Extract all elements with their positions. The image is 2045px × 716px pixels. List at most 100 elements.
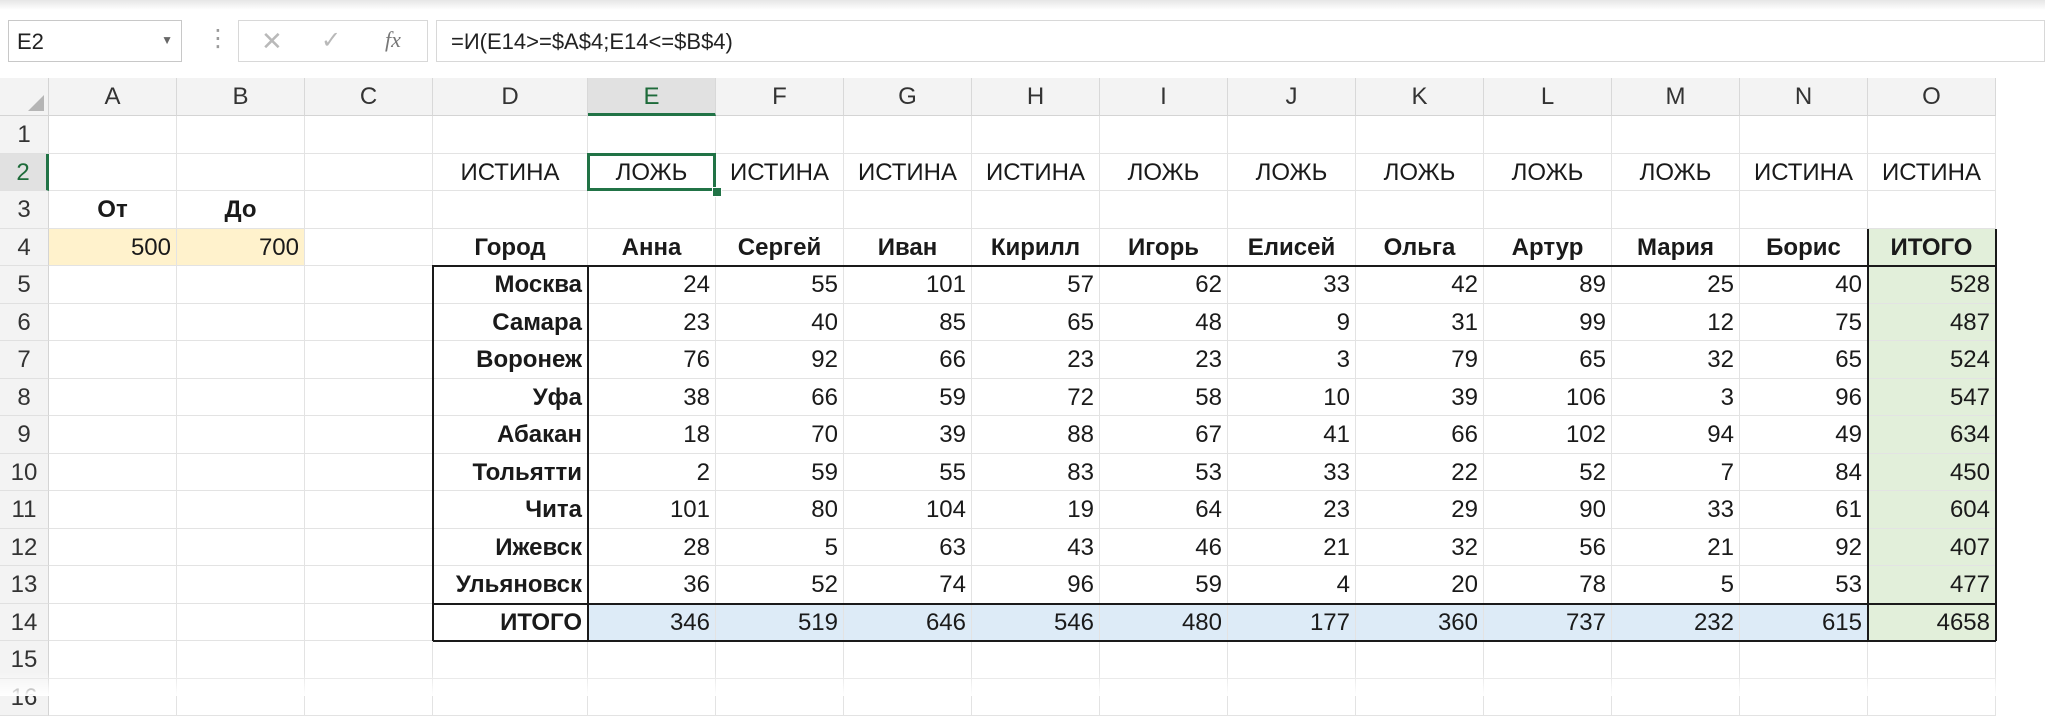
- cell[interactable]: [177, 416, 305, 454]
- formula-result-cell[interactable]: ЛОЖЬ: [1228, 154, 1356, 192]
- table-header-cell[interactable]: Сергей: [716, 229, 844, 267]
- cell[interactable]: [177, 341, 305, 379]
- cell[interactable]: [305, 566, 433, 604]
- column-header-n[interactable]: N: [1740, 78, 1868, 116]
- value-cell[interactable]: 101: [844, 266, 972, 304]
- value-cell[interactable]: 94: [1612, 416, 1740, 454]
- formula-result-cell[interactable]: ИСТИНА: [1868, 154, 1996, 192]
- value-cell[interactable]: 3: [1612, 379, 1740, 417]
- value-cell[interactable]: 36: [588, 566, 716, 604]
- value-cell[interactable]: 21: [1228, 529, 1356, 567]
- value-cell[interactable]: 58: [1100, 379, 1228, 417]
- value-cell[interactable]: 89: [1484, 266, 1612, 304]
- value-cell[interactable]: 33: [1612, 491, 1740, 529]
- value-cell[interactable]: 96: [1740, 379, 1868, 417]
- total-cell[interactable]: 346: [588, 604, 716, 642]
- formula-result-cell[interactable]: ЛОЖЬ: [1612, 154, 1740, 192]
- value-cell[interactable]: 57: [972, 266, 1100, 304]
- value-cell[interactable]: 23: [588, 304, 716, 342]
- table-header-cell[interactable]: Кирилл: [972, 229, 1100, 267]
- column-header-j[interactable]: J: [1228, 78, 1356, 116]
- column-header-b[interactable]: B: [177, 78, 305, 116]
- formula-result-cell[interactable]: ЛОЖЬ: [1100, 154, 1228, 192]
- total-cell[interactable]: 646: [844, 604, 972, 642]
- value-cell[interactable]: 43: [972, 529, 1100, 567]
- cell[interactable]: [1228, 191, 1356, 229]
- total-cell[interactable]: 519: [716, 604, 844, 642]
- column-header-c[interactable]: C: [305, 78, 433, 116]
- function-icon[interactable]: fx: [385, 27, 401, 53]
- table-header-cell[interactable]: Артур: [1484, 229, 1612, 267]
- cell[interactable]: [49, 266, 177, 304]
- value-cell[interactable]: 604: [1868, 491, 1996, 529]
- cell[interactable]: [588, 116, 716, 154]
- cell[interactable]: [1356, 116, 1484, 154]
- city-name-cell[interactable]: Ульяновск: [433, 566, 588, 604]
- column-header-l[interactable]: L: [1484, 78, 1612, 116]
- cell[interactable]: [305, 304, 433, 342]
- city-name-cell[interactable]: Уфа: [433, 379, 588, 417]
- cell[interactable]: [49, 341, 177, 379]
- value-cell[interactable]: 21: [1612, 529, 1740, 567]
- cell[interactable]: [49, 454, 177, 492]
- formula-result-cell[interactable]: ЛОЖЬ: [1356, 154, 1484, 192]
- value-cell[interactable]: 90: [1484, 491, 1612, 529]
- value-cell[interactable]: 25: [1612, 266, 1740, 304]
- city-name-cell[interactable]: Москва: [433, 266, 588, 304]
- cell[interactable]: [1740, 116, 1868, 154]
- cell[interactable]: [1868, 116, 1996, 154]
- value-cell[interactable]: 99: [1484, 304, 1612, 342]
- value-cell[interactable]: 33: [1228, 454, 1356, 492]
- table-header-cell[interactable]: Мария: [1612, 229, 1740, 267]
- cell[interactable]: [1612, 116, 1740, 154]
- to-label[interactable]: До: [177, 191, 305, 229]
- cell[interactable]: [1484, 116, 1612, 154]
- column-header-o[interactable]: O: [1868, 78, 1996, 116]
- value-cell[interactable]: 5: [1612, 566, 1740, 604]
- row-header-13[interactable]: 13: [0, 566, 49, 604]
- column-header-g[interactable]: G: [844, 78, 972, 116]
- value-cell[interactable]: 33: [1228, 266, 1356, 304]
- total-cell[interactable]: 4658: [1868, 604, 1996, 642]
- cell[interactable]: [49, 566, 177, 604]
- cell[interactable]: [1228, 116, 1356, 154]
- value-cell[interactable]: 4: [1228, 566, 1356, 604]
- value-cell[interactable]: 23: [1228, 491, 1356, 529]
- from-label[interactable]: От: [49, 191, 177, 229]
- total-cell[interactable]: 360: [1356, 604, 1484, 642]
- cell[interactable]: [1740, 191, 1868, 229]
- city-name-cell[interactable]: Абакан: [433, 416, 588, 454]
- value-cell[interactable]: 22: [1356, 454, 1484, 492]
- cell[interactable]: [305, 491, 433, 529]
- cell[interactable]: [49, 416, 177, 454]
- row-header-12[interactable]: 12: [0, 529, 49, 567]
- value-cell[interactable]: 46: [1100, 529, 1228, 567]
- value-cell[interactable]: 524: [1868, 341, 1996, 379]
- name-box[interactable]: E2 ▼: [8, 20, 182, 62]
- value-cell[interactable]: 80: [716, 491, 844, 529]
- from-value-cell[interactable]: 500: [49, 229, 177, 267]
- formula-result-cell[interactable]: ИСТИНА: [844, 154, 972, 192]
- cell[interactable]: [305, 229, 433, 267]
- value-cell[interactable]: 65: [1740, 341, 1868, 379]
- value-cell[interactable]: 40: [716, 304, 844, 342]
- value-cell[interactable]: 104: [844, 491, 972, 529]
- value-cell[interactable]: 70: [716, 416, 844, 454]
- row-header-10[interactable]: 10: [0, 454, 49, 492]
- value-cell[interactable]: 106: [1484, 379, 1612, 417]
- value-cell[interactable]: 59: [844, 379, 972, 417]
- to-value-cell[interactable]: 700: [177, 229, 305, 267]
- value-cell[interactable]: 67: [1100, 416, 1228, 454]
- value-cell[interactable]: 66: [716, 379, 844, 417]
- value-cell[interactable]: 32: [1612, 341, 1740, 379]
- formula-result-cell[interactable]: ЛОЖЬ: [1484, 154, 1612, 192]
- cell[interactable]: [1868, 191, 1996, 229]
- cell[interactable]: [177, 154, 305, 192]
- row-header-5[interactable]: 5: [0, 266, 49, 304]
- row-header-14[interactable]: 14: [0, 604, 49, 642]
- value-cell[interactable]: 20: [1356, 566, 1484, 604]
- cell[interactable]: [177, 116, 305, 154]
- value-cell[interactable]: 96: [972, 566, 1100, 604]
- value-cell[interactable]: 84: [1740, 454, 1868, 492]
- formula-result-cell[interactable]: ИСТИНА: [433, 154, 588, 192]
